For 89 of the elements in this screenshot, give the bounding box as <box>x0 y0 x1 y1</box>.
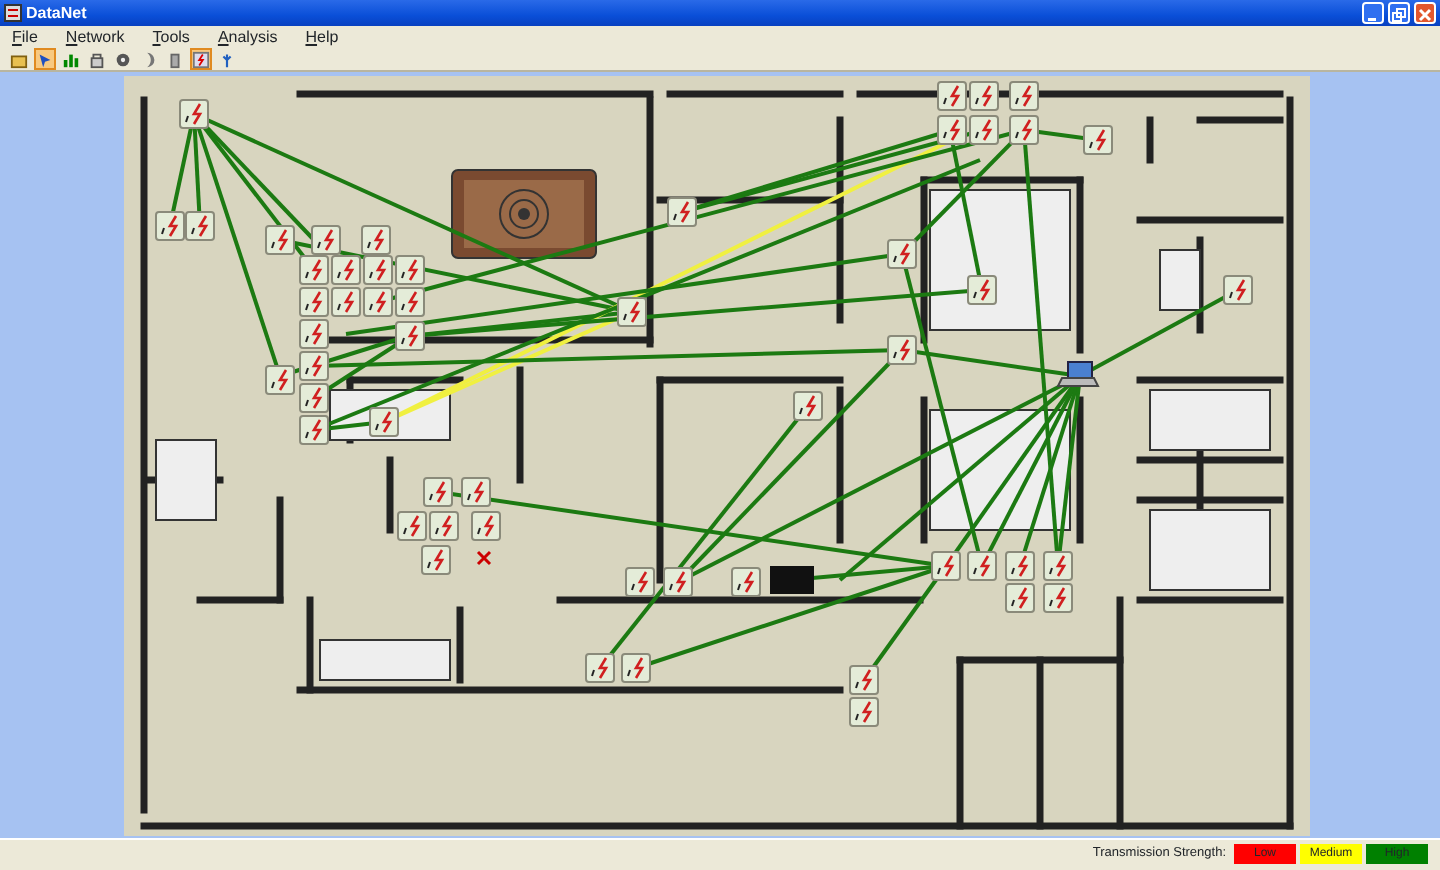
access-point-icon[interactable] <box>731 567 761 597</box>
access-point-icon[interactable] <box>429 511 459 541</box>
access-point-icon[interactable] <box>793 391 823 421</box>
desk <box>1159 249 1201 311</box>
access-point-icon[interactable] <box>1223 275 1253 305</box>
access-point-icon[interactable] <box>461 477 491 507</box>
restore-button[interactable] <box>1388 2 1410 24</box>
minimize-button[interactable] <box>1362 2 1384 24</box>
bar-chart-icon <box>62 49 80 69</box>
access-point-icon[interactable] <box>1043 551 1073 581</box>
access-point-icon[interactable] <box>937 115 967 145</box>
access-point-icon[interactable] <box>1043 583 1073 613</box>
access-point-icon[interactable] <box>265 365 295 395</box>
access-point-icon[interactable] <box>395 321 425 351</box>
access-point-icon[interactable] <box>331 255 361 285</box>
laptop-icon[interactable] <box>1056 361 1100 387</box>
access-point-icon[interactable] <box>849 665 879 695</box>
menu-item[interactable]: Help <box>305 25 339 49</box>
desk <box>1149 509 1271 591</box>
antenna-icon <box>218 49 236 69</box>
toolbar-button[interactable] <box>86 48 108 70</box>
access-point-icon[interactable] <box>331 287 361 317</box>
toolbar-button[interactable] <box>34 48 56 70</box>
access-point-icon[interactable] <box>397 511 427 541</box>
access-point-icon[interactable] <box>421 545 451 575</box>
access-point-icon[interactable] <box>155 211 185 241</box>
wall <box>1196 236 1204 334</box>
menu-item[interactable]: Analysis <box>217 25 278 49</box>
access-point-icon[interactable] <box>1005 583 1035 613</box>
access-point-icon[interactable] <box>369 407 399 437</box>
access-point-icon[interactable] <box>849 697 879 727</box>
access-point-icon[interactable] <box>299 319 329 349</box>
access-point-icon[interactable] <box>1009 115 1039 145</box>
access-point-icon[interactable] <box>185 211 215 241</box>
access-point-icon[interactable] <box>299 351 329 381</box>
close-button[interactable] <box>1414 2 1436 24</box>
access-point-icon[interactable] <box>1009 81 1039 111</box>
access-point-icon[interactable] <box>299 287 329 317</box>
close-icon <box>1416 6 1434 25</box>
access-point-icon[interactable] <box>663 567 693 597</box>
access-point-icon[interactable] <box>887 239 917 269</box>
desk <box>319 639 451 681</box>
access-point-icon[interactable] <box>299 415 329 445</box>
access-point-icon[interactable] <box>967 275 997 305</box>
access-point-icon[interactable] <box>969 81 999 111</box>
access-point-icon[interactable] <box>931 551 961 581</box>
access-point-icon[interactable] <box>265 225 295 255</box>
toolbar-button[interactable] <box>112 48 134 70</box>
access-point-icon[interactable] <box>1083 125 1113 155</box>
restore-icon <box>1390 6 1408 25</box>
access-point-icon[interactable] <box>363 255 393 285</box>
close-icon <box>476 550 492 566</box>
disc-icon <box>114 49 132 69</box>
access-point-icon[interactable] <box>969 115 999 145</box>
wall <box>516 366 524 484</box>
access-point-icon[interactable] <box>887 335 917 365</box>
access-point-icon[interactable] <box>363 287 393 317</box>
access-point-icon[interactable] <box>617 297 647 327</box>
access-point-icon[interactable] <box>179 99 209 129</box>
menu-item[interactable]: Network <box>65 25 125 49</box>
access-point-icon[interactable] <box>299 383 329 413</box>
menu-item[interactable]: Tools <box>152 25 190 49</box>
access-point-icon[interactable] <box>311 225 341 255</box>
access-point-icon[interactable] <box>299 255 329 285</box>
access-point-icon[interactable] <box>361 225 391 255</box>
access-point-icon[interactable] <box>471 511 501 541</box>
access-point-icon[interactable] <box>621 653 651 683</box>
desk <box>155 439 217 521</box>
menu-item[interactable]: File <box>12 25 38 49</box>
access-point-icon[interactable] <box>937 81 967 111</box>
access-point-icon[interactable] <box>585 653 615 683</box>
lock-icon <box>88 49 106 69</box>
access-point-icon[interactable] <box>1005 551 1035 581</box>
trash-icon <box>166 49 184 69</box>
access-point-icon <box>192 49 210 69</box>
access-point-icon[interactable] <box>395 287 425 317</box>
wall <box>1146 116 1154 164</box>
window-title: DataNet <box>26 1 87 25</box>
access-point-icon[interactable] <box>967 551 997 581</box>
wall <box>386 456 394 534</box>
access-point-icon[interactable] <box>423 477 453 507</box>
desk <box>1149 389 1271 451</box>
access-point-icon[interactable] <box>667 197 697 227</box>
toolbar-button[interactable] <box>190 48 212 70</box>
access-point-icon[interactable] <box>625 567 655 597</box>
access-point-icon[interactable] <box>395 255 425 285</box>
printer-icon <box>770 566 814 594</box>
app-icon <box>4 4 22 22</box>
pointer-icon <box>36 49 54 69</box>
